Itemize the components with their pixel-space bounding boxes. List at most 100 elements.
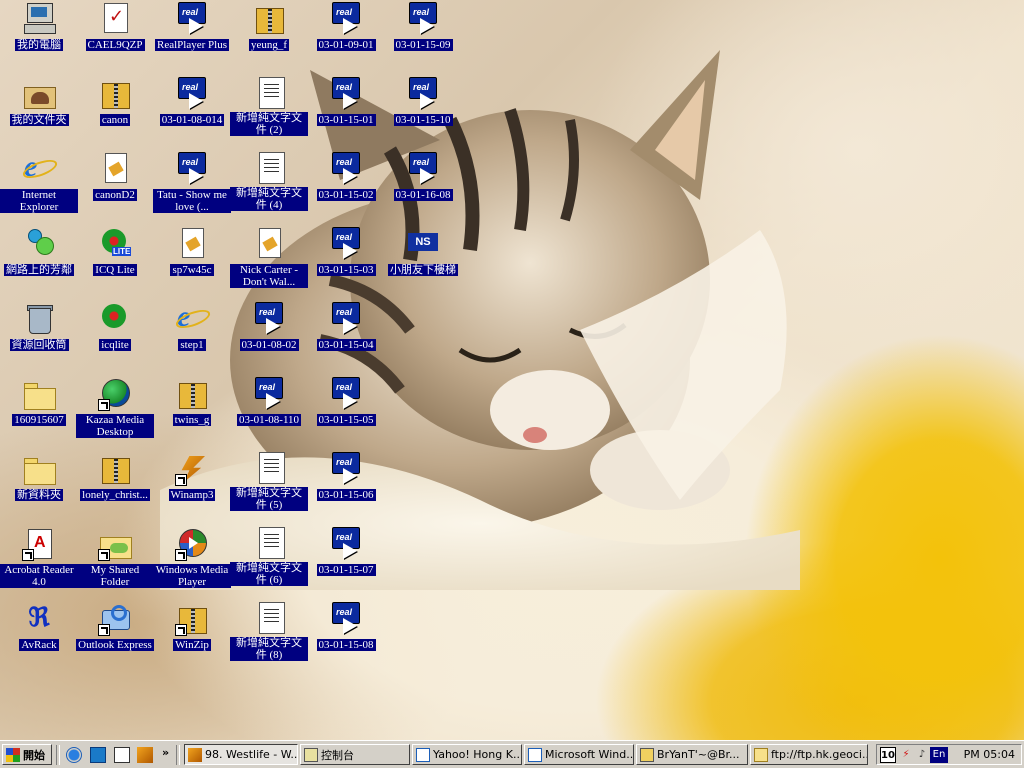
desktop-icon-03-01-15-02[interactable]: real 03-01-15-02 <box>307 150 385 220</box>
icon-label: Tatu - Show me love (... <box>153 189 231 213</box>
tray-speaker-icon[interactable]: ♪ <box>914 747 930 763</box>
tray-clock[interactable]: PM 05:04 <box>964 748 1015 761</box>
icon-label: Acrobat Reader 4.0 <box>0 564 78 588</box>
realplayer-icon: real <box>329 2 363 36</box>
desktop-icon-03-01-15-08[interactable]: real 03-01-15-08 <box>307 600 385 670</box>
quicklaunch-chevron[interactable]: » <box>162 746 169 759</box>
icon-label: AvRack <box>19 639 59 651</box>
real-logo-text: real <box>336 382 353 392</box>
desktop-icon-my-documents[interactable]: 我的文件夾 <box>0 75 78 145</box>
desktop-icon-03-01-15-06[interactable]: real 03-01-15-06 <box>307 450 385 520</box>
desktop-icon-kazaa[interactable]: Kazaa Media Desktop <box>76 375 154 445</box>
tray-badge-icon[interactable]: 10 <box>880 747 896 763</box>
task-control-panel[interactable]: 控制台 <box>300 744 410 765</box>
text-document-icon <box>258 152 285 184</box>
desktop-icon-new-folder[interactable]: 新資料夾 <box>0 450 78 520</box>
desktop-icon-recycle-bin[interactable]: 資源回收筒 <box>0 300 78 370</box>
system-tray: 10 ⚡ ♪ En PM 05:04 <box>876 744 1022 765</box>
documents-folder-icon <box>22 77 56 111</box>
desktop-icon-03-01-16-08[interactable]: real 03-01-16-08 <box>384 150 462 220</box>
task-chat-bryant[interactable]: BrYanT'~@Br... <box>636 744 748 765</box>
desktop-icon-03-01-15-01[interactable]: real 03-01-15-01 <box>307 75 385 145</box>
quicklaunch-edit-icon[interactable] <box>114 747 130 763</box>
icon-label: 03-01-15-03 <box>316 264 376 276</box>
taskbar-separator <box>176 745 180 765</box>
desktop-icon-winzip[interactable]: WinZip <box>153 600 231 670</box>
realplayer-icon: real <box>252 377 286 411</box>
desktop-icon-yeung-f[interactable]: yeung_f <box>230 0 308 70</box>
folder-icon <box>22 377 56 411</box>
quicklaunch-winamp-icon[interactable] <box>137 747 153 763</box>
desktop-icon-03-01-15-05[interactable]: real 03-01-15-05 <box>307 375 385 445</box>
icon-label: 新增純文字文件 (2) <box>230 112 308 136</box>
desktop-icon-text-doc-6[interactable]: 新增純文字文件 (6) <box>230 525 308 595</box>
desktop-icon-03-01-15-04[interactable]: real 03-01-15-04 <box>307 300 385 370</box>
task-label: Microsoft Wind... <box>545 748 634 761</box>
desktop-icon-03-01-15-07[interactable]: real 03-01-15-07 <box>307 525 385 595</box>
desktop-icon-tatu[interactable]: real Tatu - Show me love (... <box>153 150 231 220</box>
desktop-icon-my-shared-folder[interactable]: My Shared Folder <box>76 525 154 595</box>
desktop-icon-avrack[interactable]: ℜ AvRack <box>0 600 78 670</box>
ns-logo-text: NS <box>408 233 438 251</box>
desktop-icon-cael9qzp[interactable]: CAEL9QZP <box>76 0 154 70</box>
real-logo-text: real <box>182 82 199 92</box>
desktop-icon-icqlite[interactable]: icqlite <box>76 300 154 370</box>
task-label: Yahoo! Hong K... <box>433 748 522 761</box>
icon-label: icqlite <box>99 339 131 351</box>
tray-lightning-icon[interactable]: ⚡ <box>898 747 914 763</box>
folder-icon <box>22 452 56 486</box>
desktop-icon-sp7w45c[interactable]: sp7w45c <box>153 225 231 295</box>
task-microsoft-windows[interactable]: Microsoft Wind... <box>524 744 634 765</box>
text-document-icon <box>258 77 285 109</box>
start-button[interactable]: 開始 <box>2 744 52 765</box>
desktop-icon-lonely-christ[interactable]: lonely_christ... <box>76 450 154 520</box>
desktop-icon-my-computer[interactable]: 我的電腦 <box>0 0 78 70</box>
desktop-icon-network-places[interactable]: 網路上的芳鄰 <box>0 225 78 295</box>
desktop-icon-realplayer-plus[interactable]: real RealPlayer Plus <box>153 0 231 70</box>
quicklaunch-ie-icon[interactable] <box>66 747 82 763</box>
icon-label: ICQ Lite <box>93 264 137 276</box>
icon-label: 新增純文字文件 (8) <box>230 637 308 661</box>
desktop-icon-step1[interactable]: e step1 <box>153 300 231 370</box>
task-westlife[interactable]: 98. Westlife - W... <box>184 744 298 765</box>
desktop-icon-03-01-15-03[interactable]: real 03-01-15-03 <box>307 225 385 295</box>
icon-label: Winamp3 <box>168 489 216 501</box>
icon-label: step1 <box>178 339 206 351</box>
desktop-icon-folder-160915607[interactable]: 160915607 <box>0 375 78 445</box>
desktop-icon-03-01-09-01[interactable]: real 03-01-09-01 <box>307 0 385 70</box>
real-logo-text: real <box>259 307 276 317</box>
chat-icon <box>640 747 654 762</box>
desktop-icon-canond2[interactable]: canonD2 <box>76 150 154 220</box>
shared-folder-icon <box>98 527 132 561</box>
desktop-icon-windows-media-player[interactable]: Windows Media Player <box>153 525 231 595</box>
desktop-icon-twins-g[interactable]: twins_g <box>153 375 231 445</box>
desktop-icon-ns-shaft-game[interactable]: NS 小朋友下樓梯 <box>384 225 462 295</box>
desktop-icon-acrobat-reader[interactable]: Acrobat Reader 4.0 <box>0 525 78 595</box>
desktop-icon-03-01-08-014[interactable]: real 03-01-08-014 <box>153 75 231 145</box>
desktop-icon-nick-carter[interactable]: Nick Carter - Don't Wal... <box>230 225 308 295</box>
desktop-icon-text-doc-4[interactable]: 新增純文字文件 (4) <box>230 150 308 220</box>
desktop-icon-canon[interactable]: canon <box>76 75 154 145</box>
desktop-icon-text-doc-8[interactable]: 新增純文字文件 (8) <box>230 600 308 670</box>
realplayer-icon: real <box>175 152 209 186</box>
desktop-icon-03-01-08-110[interactable]: real 03-01-08-110 <box>230 375 308 445</box>
desktop-icon-winamp3[interactable]: Winamp3 <box>153 450 231 520</box>
task-yahoo[interactable]: Yahoo! Hong K... <box>412 744 522 765</box>
icon-label: 03-01-16-08 <box>393 189 453 201</box>
task-ftp-geocities[interactable]: ftp://ftp.hk.geoci... <box>750 744 868 765</box>
realplayer-icon: real <box>175 77 209 111</box>
desktop-icon-outlook-express[interactable]: Outlook Express <box>76 600 154 670</box>
icon-label: Internet Explorer <box>0 189 78 213</box>
desktop-icon-03-01-15-10[interactable]: real 03-01-15-10 <box>384 75 462 145</box>
desktop-icon-text-doc-5[interactable]: 新增純文字文件 (5) <box>230 450 308 520</box>
desktop-icon-icq-lite[interactable]: LITE ICQ Lite <box>76 225 154 295</box>
icq-flower-icon <box>98 302 132 336</box>
desktop-icon-03-01-15-09[interactable]: real 03-01-15-09 <box>384 0 462 70</box>
real-logo-text: real <box>336 7 353 17</box>
quicklaunch-desktop-icon[interactable] <box>90 747 106 763</box>
real-logo-text: real <box>336 607 353 617</box>
desktop-icon-internet-explorer[interactable]: e Internet Explorer <box>0 150 78 220</box>
tray-language-indicator[interactable]: En <box>930 747 948 763</box>
desktop-icon-03-01-08-02[interactable]: real 03-01-08-02 <box>230 300 308 370</box>
desktop-icon-text-doc-2[interactable]: 新增純文字文件 (2) <box>230 75 308 145</box>
